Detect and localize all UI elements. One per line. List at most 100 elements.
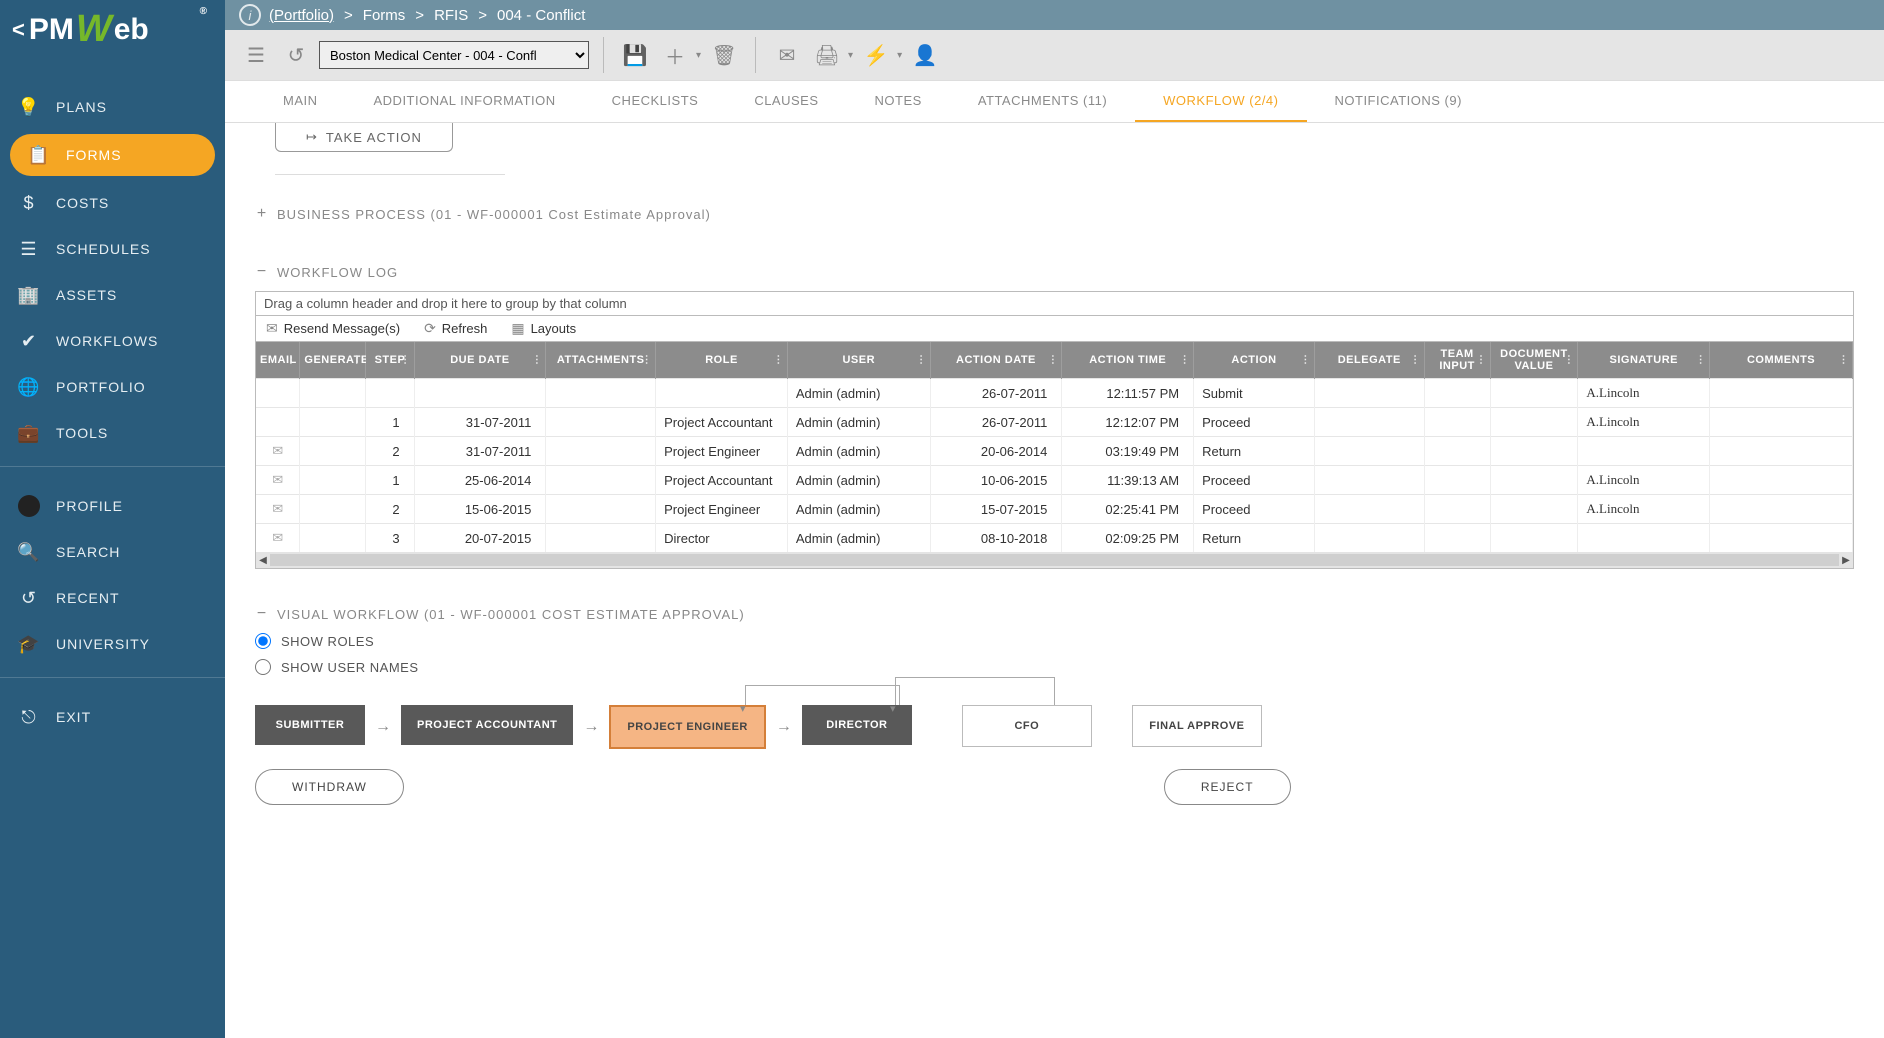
col-team-input[interactable]: TEAM INPUT⋮ <box>1424 342 1490 379</box>
breadcrumb-forms[interactable]: Forms <box>363 7 406 24</box>
column-menu-icon[interactable]: ⋮ <box>1410 355 1421 366</box>
take-action-button[interactable]: ↦ TAKE ACTION <box>275 123 453 152</box>
table-row[interactable]: ✉125-06-2014Project AccountantAdmin (adm… <box>256 466 1853 495</box>
column-menu-icon[interactable]: ⋮ <box>1476 355 1487 366</box>
column-menu-icon[interactable]: ⋮ <box>1839 355 1850 366</box>
show-roles-radio[interactable]: SHOW ROLES <box>255 633 1854 649</box>
refresh-button[interactable]: ⟳Refresh <box>424 320 487 337</box>
resend-button[interactable]: ✉Resend Message(s) <box>266 320 400 337</box>
table-row[interactable]: 131-07-2011Project AccountantAdmin (admi… <box>256 408 1853 437</box>
column-menu-icon[interactable]: ⋮ <box>286 355 297 366</box>
sidebar-item-exit[interactable]: ⎋EXIT <box>0 694 225 740</box>
vwf-node-final: FINAL APPROVE <box>1132 705 1262 747</box>
reject-button[interactable]: REJECT <box>1164 769 1291 805</box>
show-users-radio[interactable]: SHOW USER NAMES <box>255 659 1854 675</box>
grid-h-scrollbar[interactable]: ◀ ▶ <box>256 552 1853 568</box>
grid-group-hint[interactable]: Drag a column header and drop it here to… <box>255 291 1854 316</box>
sidebar-item-schedules[interactable]: ☰SCHEDULES <box>0 226 225 272</box>
column-menu-icon[interactable]: ⋮ <box>1564 355 1575 366</box>
col-signature[interactable]: SIGNATURE⋮ <box>1578 342 1710 379</box>
list-icon[interactable]: ☰ <box>239 38 273 72</box>
tab-checklists[interactable]: CHECKLISTS <box>584 81 727 122</box>
col-action[interactable]: ACTION⋮ <box>1194 342 1315 379</box>
collapse-icon[interactable]: − <box>255 605 269 623</box>
col-due-date[interactable]: DUE DATE⋮ <box>414 342 546 379</box>
info-icon[interactable]: i <box>239 4 261 26</box>
col-generate[interactable]: GENERATE⋮ <box>300 342 366 379</box>
tab-notes[interactable]: NOTES <box>847 81 950 122</box>
history-icon[interactable]: ↺ <box>279 38 313 72</box>
column-menu-icon[interactable]: ⋮ <box>352 355 363 366</box>
table-row[interactable]: ✉215-06-2015Project EngineerAdmin (admin… <box>256 495 1853 524</box>
col-document-value[interactable]: DOCUMENT VALUE⋮ <box>1490 342 1578 379</box>
signature-cell <box>1578 437 1710 466</box>
tab-clauses[interactable]: CLAUSES <box>726 81 846 122</box>
column-menu-icon[interactable]: ⋮ <box>642 355 653 366</box>
save-icon[interactable]: 💾 <box>618 38 652 72</box>
collapse-icon[interactable]: − <box>255 263 269 281</box>
table-row[interactable]: Admin (admin)26-07-201112:11:57 PMSubmit… <box>256 379 1853 408</box>
arrow-right-icon: → <box>375 718 391 736</box>
table-row[interactable]: ✉231-07-2011Project EngineerAdmin (admin… <box>256 437 1853 466</box>
column-menu-icon[interactable]: ⋮ <box>532 355 543 366</box>
column-menu-icon[interactable]: ⋮ <box>916 355 927 366</box>
sidebar-item-portfolio[interactable]: 🌐PORTFOLIO <box>0 364 225 410</box>
column-menu-icon[interactable]: ⋮ <box>1180 355 1191 366</box>
user-icon[interactable]: 👤 <box>908 38 942 72</box>
column-menu-icon[interactable]: ⋮ <box>1300 355 1311 366</box>
column-menu-icon[interactable]: ⋮ <box>400 355 411 366</box>
signature-cell <box>1578 524 1710 553</box>
layouts-button[interactable]: ▦Layouts <box>511 320 576 337</box>
email-icon[interactable]: ✉ <box>770 38 804 72</box>
signature-cell: A.Lincoln <box>1578 408 1710 437</box>
sidebar-item-search[interactable]: 🔍SEARCH <box>0 529 225 575</box>
mail-icon: ✉ <box>266 320 278 337</box>
col-role[interactable]: ROLE⋮ <box>656 342 788 379</box>
tab-attachments-11-[interactable]: ATTACHMENTS (11) <box>950 81 1135 122</box>
col-delegate[interactable]: DELEGATE⋮ <box>1314 342 1424 379</box>
grid-icon: ▦ <box>511 320 524 337</box>
column-menu-icon[interactable]: ⋮ <box>1696 355 1707 366</box>
print-icon[interactable]: 🖨 <box>810 38 844 72</box>
col-user[interactable]: USER⋮ <box>787 342 930 379</box>
col-comments[interactable]: COMMENTS⋮ <box>1710 342 1853 379</box>
tab-main[interactable]: MAIN <box>255 81 346 122</box>
project-dropdown[interactable]: Boston Medical Center - 004 - Confl <box>319 41 589 69</box>
sidebar-item-tools[interactable]: 💼TOOLS <box>0 410 225 456</box>
tab-additional-information[interactable]: ADDITIONAL INFORMATION <box>346 81 584 122</box>
scroll-left-icon[interactable]: ◀ <box>256 555 270 566</box>
withdraw-button[interactable]: WITHDRAW <box>255 769 404 805</box>
sidebar-item-label: SCHEDULES <box>56 241 151 257</box>
col-action-time[interactable]: ACTION TIME⋮ <box>1062 342 1194 379</box>
sidebar-item-forms[interactable]: 📋FORMS <box>10 134 215 176</box>
sidebar-item-label: WORKFLOWS <box>56 333 158 349</box>
sidebar: < PMWeb ® 💡PLANS📋FORMS$COSTS☰SCHEDULES🏢A… <box>0 0 225 1038</box>
sidebar-item-workflows[interactable]: ✔WORKFLOWS <box>0 318 225 364</box>
bolt-icon[interactable]: ⚡ <box>859 38 893 72</box>
delete-icon[interactable]: 🗑 <box>707 38 741 72</box>
table-row[interactable]: ✉320-07-2015DirectorAdmin (admin)08-10-2… <box>256 524 1853 553</box>
col-action-date[interactable]: ACTION DATE⋮ <box>930 342 1062 379</box>
column-menu-icon[interactable]: ⋮ <box>773 355 784 366</box>
sidebar-item-costs[interactable]: $COSTS <box>0 180 225 226</box>
col-attachments[interactable]: ATTACHMENTS⋮ <box>546 342 656 379</box>
vwf-node-submitter: SUBMITTER <box>255 705 365 745</box>
add-icon[interactable]: ＋ <box>658 38 692 72</box>
column-menu-icon[interactable]: ⋮ <box>1048 355 1059 366</box>
breadcrumb-portfolio[interactable]: (Portfolio) <box>269 7 334 24</box>
tab-notifications-9-[interactable]: NOTIFICATIONS (9) <box>1307 81 1490 122</box>
expand-icon[interactable]: + <box>255 205 269 223</box>
scroll-right-icon[interactable]: ▶ <box>1839 555 1853 566</box>
mail-icon: ✉ <box>272 501 283 516</box>
col-email[interactable]: EMAIL⋮ <box>256 342 300 379</box>
sidebar-nav: 💡PLANS📋FORMS$COSTS☰SCHEDULES🏢ASSETS✔WORK… <box>0 59 225 456</box>
breadcrumb-rfis[interactable]: RFIS <box>434 7 468 24</box>
sidebar-item-assets[interactable]: 🏢ASSETS <box>0 272 225 318</box>
sidebar-item-recent[interactable]: ↺RECENT <box>0 575 225 621</box>
col-step[interactable]: STEP⋮ <box>366 342 414 379</box>
sidebar-item-plans[interactable]: 💡PLANS <box>0 84 225 130</box>
sidebar-item-university[interactable]: 🎓UNIVERSITY <box>0 621 225 667</box>
sidebar-item-profile[interactable]: PROFILE <box>0 483 225 529</box>
vwf-node-accountant: PROJECT ACCOUNTANT <box>401 705 573 745</box>
tab-workflow-2-4-[interactable]: WORKFLOW (2/4) <box>1135 81 1306 122</box>
